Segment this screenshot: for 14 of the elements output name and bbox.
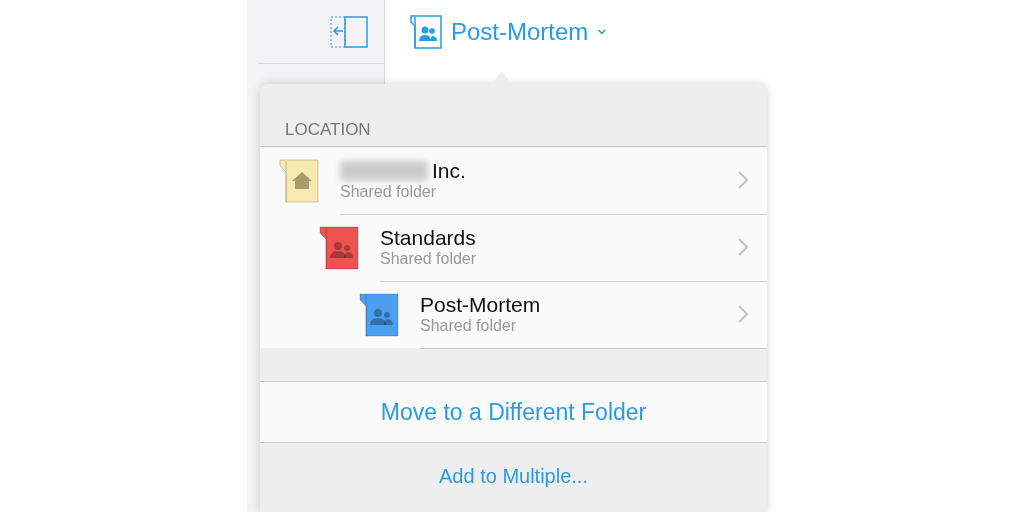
folder-name: Post-Mortem bbox=[420, 293, 541, 317]
chevron-right-icon bbox=[737, 170, 749, 190]
folder-subtitle: Shared folder bbox=[340, 183, 438, 201]
folder-subtitle: Shared folder bbox=[380, 250, 478, 268]
chevron-right-icon bbox=[737, 304, 749, 324]
folder-subtitle: Shared folder bbox=[420, 317, 518, 335]
folder-name: Standards bbox=[380, 226, 476, 250]
sidebar-toggle-icon[interactable] bbox=[330, 15, 368, 48]
folder-row[interactable]: Post-Mortem Shared folder bbox=[260, 281, 767, 348]
folder-row[interactable]: Standards Shared folder bbox=[260, 214, 767, 281]
shared-folder-icon bbox=[409, 14, 443, 50]
folder-name: Inc. bbox=[432, 159, 466, 183]
folder-row[interactable]: Inc. Shared folder bbox=[260, 147, 767, 214]
chevron-right-icon bbox=[737, 237, 749, 257]
